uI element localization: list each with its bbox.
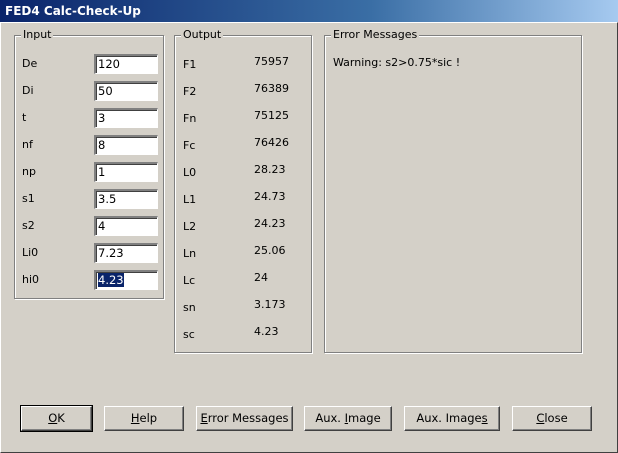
output-label: Fn xyxy=(183,112,197,125)
s2-input[interactable]: 4 xyxy=(94,216,158,236)
output-label: sn xyxy=(183,301,196,314)
output-label: F1 xyxy=(183,58,197,71)
warning-message: Warning: s2>0.75*sic ! xyxy=(333,56,461,69)
output-label: Fc xyxy=(183,139,196,152)
output-label: L2 xyxy=(183,220,197,233)
output-label: L1 xyxy=(183,193,197,206)
output-value: 76426 xyxy=(254,136,289,149)
output-value: 3.173 xyxy=(254,298,286,311)
error-messages-title: Error Messages xyxy=(331,28,420,42)
input-label-np: np xyxy=(22,165,36,178)
ok-button[interactable]: OK xyxy=(20,405,93,432)
input-label-de: De xyxy=(22,57,38,70)
output-value: 75957 xyxy=(254,55,289,68)
title-bar[interactable]: FED4 Calc-Check-Up xyxy=(0,0,618,22)
output-label: L0 xyxy=(183,166,197,179)
li0-input[interactable]: 7.23 xyxy=(94,243,158,263)
di-input[interactable]: 50 xyxy=(94,81,158,101)
output-value: 75125 xyxy=(254,109,289,122)
input-label-li0: Li0 xyxy=(22,246,39,259)
output-value: 25.06 xyxy=(254,244,286,257)
output-label: Ln xyxy=(183,247,197,260)
output-label: Lc xyxy=(183,274,196,287)
nf-input[interactable]: 8 xyxy=(94,135,158,155)
hi0-input[interactable]: 4.23 xyxy=(94,270,158,290)
input-label-t: t xyxy=(22,111,27,124)
help-button[interactable]: Help xyxy=(104,406,184,431)
output-value: 24.73 xyxy=(254,190,286,203)
output-value: 28.23 xyxy=(254,163,286,176)
output-value: 24 xyxy=(254,271,268,284)
aux-images-button[interactable]: Aux. Images xyxy=(404,406,500,431)
de-input[interactable]: 120 xyxy=(94,54,158,74)
error-messages-button[interactable]: Error Messages xyxy=(196,406,293,431)
t-input[interactable]: 3 xyxy=(94,108,158,128)
input-label-di: Di xyxy=(22,84,34,97)
output-value: 24.23 xyxy=(254,217,286,230)
window-title: FED4 Calc-Check-Up xyxy=(5,4,141,18)
np-input[interactable]: 1 xyxy=(94,162,158,182)
input-label-nf: nf xyxy=(22,138,33,151)
output-label: sc xyxy=(183,328,195,341)
output-label: F2 xyxy=(183,85,197,98)
output-group-title: Output xyxy=(181,28,224,42)
input-label-hi0: hi0 xyxy=(22,273,40,286)
input-label-s1: s1 xyxy=(22,192,35,205)
close-button[interactable]: Close xyxy=(512,406,592,431)
output-value: 76389 xyxy=(254,82,289,95)
aux-image-button[interactable]: Aux. Image xyxy=(304,406,392,431)
error-messages-group: Error Messages xyxy=(324,28,582,353)
s1-input[interactable]: 3.5 xyxy=(94,189,158,209)
output-value: 4.23 xyxy=(254,325,279,338)
input-label-s2: s2 xyxy=(22,219,35,232)
input-group-title: Input xyxy=(21,28,54,42)
